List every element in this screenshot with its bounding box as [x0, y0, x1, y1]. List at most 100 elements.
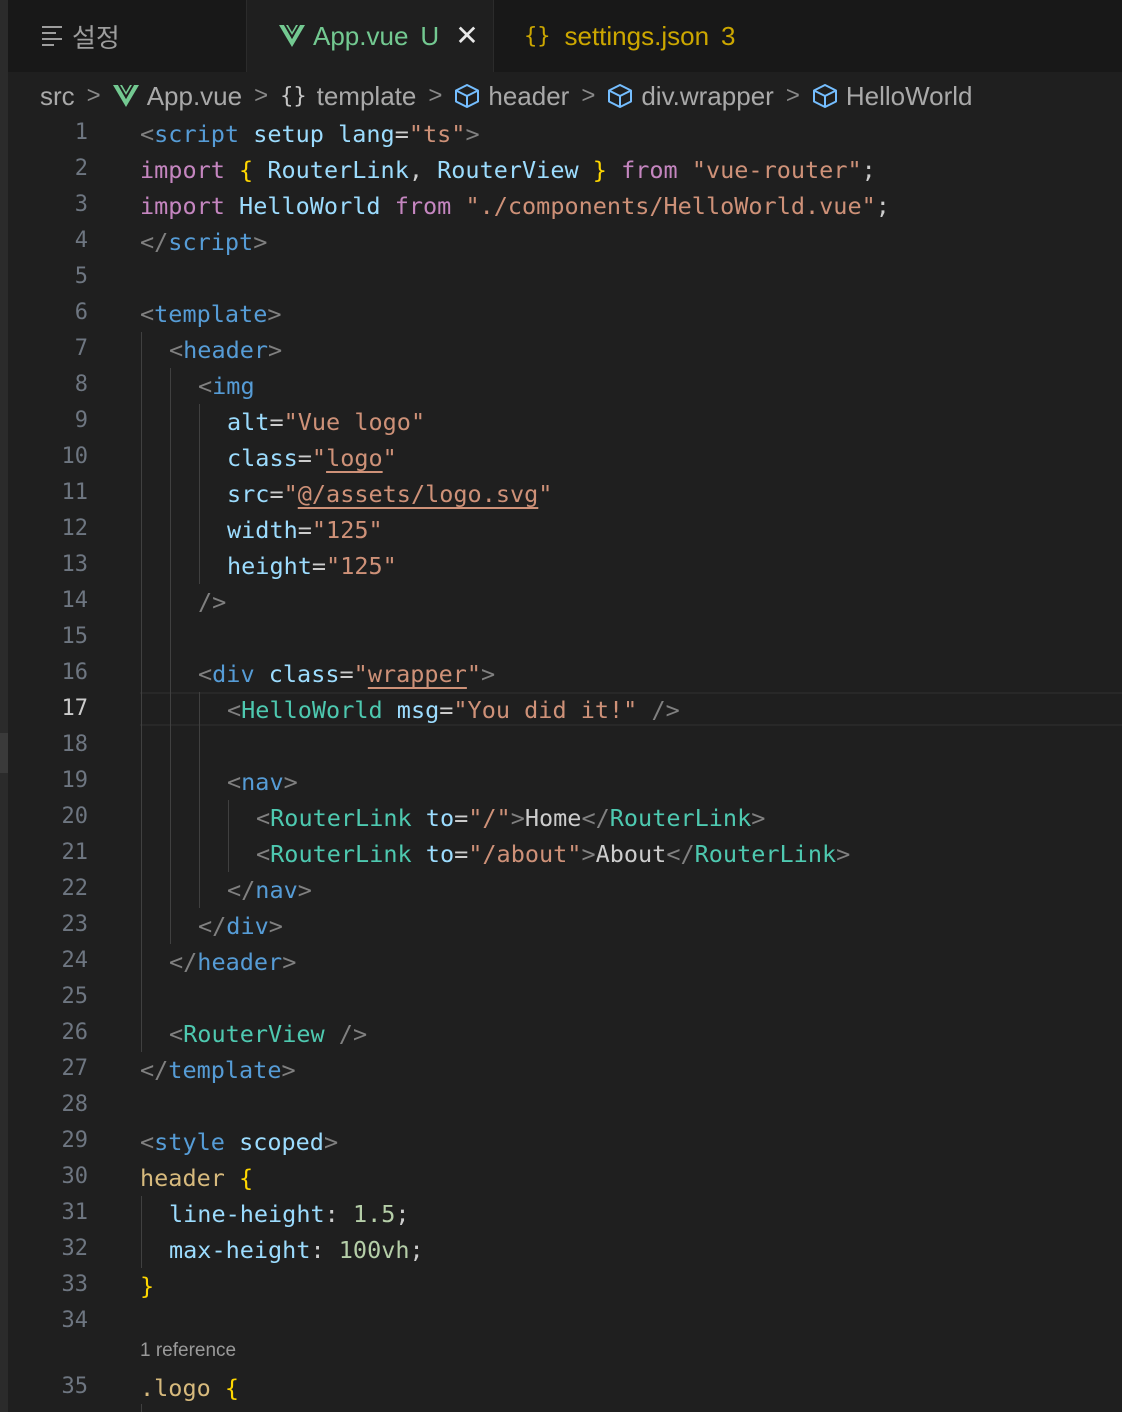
code-line-1: <script setup lang="ts"> [140, 120, 480, 148]
code-line-9: alt="Vue logo" [227, 408, 426, 436]
line-number: 14 [61, 588, 89, 613]
cube-icon [455, 84, 480, 108]
breadcrumb-label: App.vue [146, 80, 243, 111]
code-line-32: max-height: 100vh; [169, 1236, 424, 1264]
tab-label: App.vue [313, 20, 409, 51]
braces-icon: {} [280, 83, 307, 109]
breadcrumb-template[interactable]: {} template [280, 81, 416, 112]
line-number: 32 [61, 1236, 89, 1261]
tab-app-vue[interactable]: App.vue U ✕ [246, 0, 494, 72]
line-number: 10 [61, 444, 89, 469]
codelens-reference[interactable]: 1 reference [140, 1340, 236, 1362]
chevron-right-icon: > [581, 82, 596, 109]
breadcrumb-src[interactable]: src [40, 81, 75, 112]
problem-count-badge: 3 [721, 20, 736, 51]
code-line-35: .logo { [140, 1374, 240, 1402]
line-number: 13 [61, 552, 89, 577]
braces-icon: {} [524, 23, 551, 49]
code-line-11: src="@/assets/logo.svg" [227, 480, 553, 508]
code-line-12: width="125" [227, 516, 383, 544]
line-number: 19 [61, 768, 89, 793]
line-number: 31 [61, 1200, 89, 1225]
code-line-10: class="logo" [227, 444, 397, 472]
line-number: 11 [61, 480, 89, 505]
line-number: 34 [61, 1308, 89, 1333]
code-line-7: <header> [169, 336, 283, 364]
indent-guide [199, 404, 200, 584]
tab-settings-json[interactable]: {} settings.json 3 [494, 0, 796, 72]
line-number: 33 [61, 1272, 89, 1297]
indent-guide [141, 332, 142, 1052]
indent-guide [228, 800, 229, 872]
breadcrumb-label: HelloWorld [845, 80, 973, 111]
code-line-30: header { [140, 1164, 254, 1192]
breadcrumb-wrapper[interactable]: div.wrapper [607, 80, 774, 112]
list-icon [42, 22, 62, 50]
cube-icon [608, 84, 633, 108]
line-number: 25 [61, 984, 89, 1009]
line-number: 1 [74, 120, 88, 145]
line-number: 27 [61, 1056, 89, 1081]
chevron-right-icon: > [86, 82, 101, 109]
code-line-14: /> [198, 588, 227, 616]
breadcrumb: src > App.vue > {} template > header > d… [40, 76, 973, 116]
line-number: 2 [74, 156, 88, 181]
breadcrumb-file[interactable]: App.vue [112, 80, 243, 112]
line-number: 4 [74, 228, 88, 253]
breadcrumb-label: div.wrapper [641, 80, 774, 111]
code-line-21: <RouterLink to="/about">About</RouterLin… [256, 840, 851, 868]
line-number: 9 [74, 408, 88, 433]
line-number: 26 [61, 1020, 89, 1045]
line-number: 24 [61, 948, 89, 973]
chevron-right-icon: > [785, 82, 800, 109]
code-editor[interactable]: 1 2 3 4 5 6 7 8 9 10 11 12 13 14 15 16 1… [0, 116, 1122, 1412]
line-number: 8 [74, 372, 88, 397]
code-line-16: <div class="wrapper"> [198, 660, 496, 688]
line-number: 20 [61, 804, 89, 829]
line-number: 29 [61, 1128, 89, 1153]
line-number: 12 [61, 516, 89, 541]
code-line-19: <nav> [227, 768, 298, 796]
line-number: 35 [61, 1374, 89, 1399]
code-line-6: <template> [140, 300, 282, 328]
tab-settings[interactable]: 설정 [8, 0, 246, 72]
cube-icon [812, 84, 837, 108]
breadcrumb-helloworld[interactable]: HelloWorld [812, 81, 973, 112]
breadcrumb-label: header [488, 80, 570, 111]
breadcrumb-label: template [316, 80, 417, 111]
indent-guide [141, 1196, 142, 1268]
code-line-17: <HelloWorld msg="You did it!" /> [227, 696, 680, 724]
code-line-23: </div> [198, 912, 283, 940]
code-line-2: import { RouterLink, RouterView } from "… [140, 156, 876, 184]
tab-label: 설정 [72, 22, 120, 53]
vue-logo-icon [279, 25, 305, 47]
code-line-27: </template> [140, 1056, 296, 1084]
code-line-3: import HelloWorld from "./components/Hel… [140, 192, 890, 220]
line-number: 5 [74, 264, 88, 289]
close-icon[interactable]: ✕ [455, 22, 478, 50]
line-number-active: 17 [61, 696, 89, 721]
line-number: 18 [61, 732, 89, 757]
line-number: 7 [74, 336, 88, 361]
line-number: 22 [61, 876, 89, 901]
tab-label: settings.json [564, 20, 710, 51]
breadcrumb-header[interactable]: header [454, 81, 569, 112]
code-line-33: } [140, 1272, 155, 1300]
line-number: 6 [74, 300, 88, 325]
tab-bar: 설정 App.vue U ✕ {} settings.json 3 [8, 0, 1122, 72]
code-line-20: <RouterLink to="/">Home</RouterLink> [256, 804, 766, 832]
line-number: 15 [61, 624, 89, 649]
code-line-24: </header> [169, 948, 297, 976]
code-line-4: </script> [140, 228, 268, 256]
line-number: 28 [61, 1092, 89, 1117]
code-line-31: line-height: 1.5; [169, 1200, 410, 1228]
code-line-22: </nav> [227, 876, 312, 904]
line-number: 30 [61, 1164, 89, 1189]
git-status-badge: U [420, 20, 440, 51]
indent-guide [170, 368, 171, 944]
vue-logo-icon [112, 85, 139, 107]
code-line-13: height="125" [227, 552, 397, 580]
code-line-26: <RouterView /> [169, 1020, 368, 1048]
line-number: 23 [61, 912, 89, 937]
line-number: 21 [61, 840, 89, 865]
